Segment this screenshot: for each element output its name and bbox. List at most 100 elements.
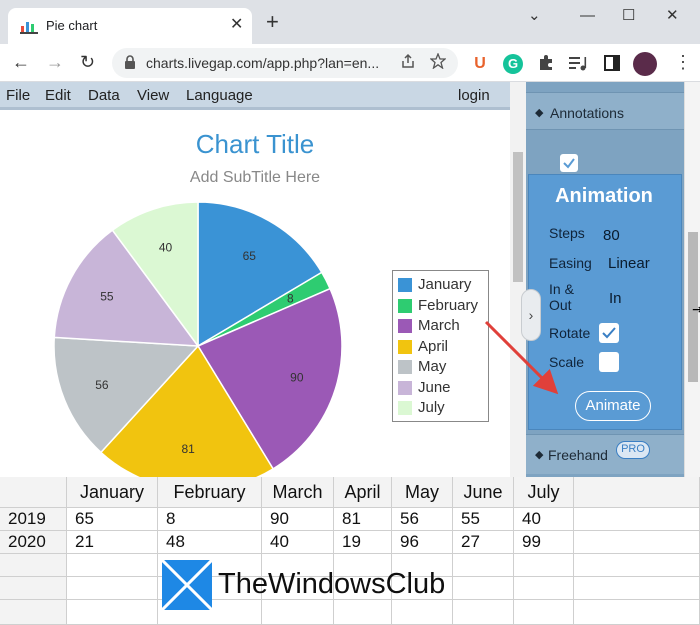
tab-title: Pie chart — [46, 18, 98, 33]
grid-row-header[interactable]: 2020 — [0, 531, 67, 554]
bookmark-star-icon[interactable] — [430, 53, 446, 69]
close-window-button[interactable]: ✕ — [666, 8, 679, 24]
screenshot-root: Pie chart ✕ + ⌄ — ☐ ✕ ← → ↻ charts.liveg… — [0, 0, 700, 625]
address-bar[interactable]: charts.livegap.com/app.php?lan=en... — [112, 48, 458, 78]
grid-cell[interactable] — [453, 577, 514, 600]
forward-button[interactable]: → — [46, 52, 64, 72]
menu-view[interactable]: View — [137, 87, 169, 104]
grid-cell[interactable]: 55 — [453, 508, 514, 531]
grid-cell[interactable]: 48 — [158, 531, 262, 554]
chart-title[interactable]: Chart Title — [0, 129, 510, 160]
legend-label: April — [418, 337, 449, 355]
grid-column-header[interactable]: February — [158, 477, 262, 508]
grid-cell[interactable] — [453, 554, 514, 577]
tab-close-icon[interactable]: ✕ — [230, 16, 243, 34]
login-link[interactable]: login — [458, 87, 490, 104]
grid-cell[interactable]: 99 — [514, 531, 574, 554]
grid-row-header[interactable]: 2019 — [0, 508, 67, 531]
profile-avatar[interactable] — [633, 52, 657, 76]
extension-u-icon[interactable]: U — [470, 54, 490, 74]
grid-cell[interactable] — [574, 508, 700, 531]
new-tab-button[interactable]: + — [266, 11, 279, 33]
back-button[interactable]: ← — [12, 52, 30, 72]
easing-select[interactable]: Linear — [608, 255, 650, 272]
tab-search-chevron-icon[interactable]: ⌄ — [528, 8, 541, 24]
grid-cell[interactable] — [574, 600, 700, 625]
chart-scrollbar[interactable] — [510, 82, 526, 477]
minimize-button[interactable]: — — [580, 8, 595, 24]
url-text: charts.livegap.com/app.php?lan=en... — [146, 55, 380, 71]
chart-canvas[interactable]: 65 8 90 81 56 55 40 Chart Title Add SubTitle H… — [0, 113, 510, 477]
checkmark-icon — [602, 327, 616, 339]
annotations-section-header[interactable]: ◆ Annotations — [526, 92, 684, 130]
chart-subtitle[interactable]: Add SubTitle Here — [0, 169, 510, 187]
grid-column-header[interactable]: May — [392, 477, 453, 508]
grid-row-header[interactable] — [0, 554, 67, 577]
animate-button[interactable]: Animate — [575, 391, 651, 421]
grid-cell[interactable]: 81 — [334, 508, 392, 531]
legend-swatch — [398, 278, 412, 292]
grid-cell[interactable]: 96 — [392, 531, 453, 554]
freehand-section-header[interactable]: ◆ Freehand PRO — [526, 434, 684, 474]
share-icon[interactable] — [400, 53, 416, 69]
legend-swatch — [398, 298, 412, 313]
inout-select[interactable]: In — [609, 290, 622, 307]
menu-data[interactable]: Data — [88, 87, 120, 104]
grid-cell[interactable]: 8 — [158, 508, 262, 531]
legend-swatch — [398, 339, 412, 354]
side-panel-icon[interactable] — [604, 55, 620, 71]
grid-cell[interactable] — [514, 554, 574, 577]
menu-edit[interactable]: Edit — [45, 87, 71, 104]
enable-checkbox[interactable] — [560, 154, 578, 172]
watermark-text: TheWindowsClub — [218, 568, 446, 600]
scale-checkbox[interactable] — [599, 352, 619, 372]
grid-cell[interactable] — [514, 577, 574, 600]
browser-tabstrip: Pie chart ✕ + ⌄ — ☐ ✕ — [0, 0, 700, 44]
browser-menu-icon[interactable]: ⋮ — [674, 52, 692, 72]
maximize-button[interactable]: ☐ — [622, 8, 635, 24]
legend-swatch — [398, 319, 412, 333]
grid-cell[interactable]: 90 — [262, 508, 334, 531]
grid-column-header[interactable]: July — [514, 477, 574, 508]
grid-column-header[interactable]: April — [334, 477, 392, 508]
grid-cell[interactable] — [67, 600, 158, 625]
expand-chevron-icon: ◆ — [535, 107, 544, 119]
pie-label-february: 8 — [287, 292, 294, 306]
grid-cell[interactable] — [574, 577, 700, 600]
pie-label-july: 40 — [159, 241, 173, 255]
grid-cell[interactable] — [514, 600, 574, 625]
mouse-cursor-icon: ⇥ — [692, 301, 700, 317]
grid-cell[interactable]: 56 — [392, 508, 453, 531]
grid-cell[interactable] — [574, 554, 700, 577]
media-queue-icon[interactable] — [569, 55, 587, 71]
reload-button[interactable]: ↻ — [80, 52, 95, 72]
extensions-puzzle-icon[interactable] — [537, 54, 555, 72]
steps-value[interactable]: 80 — [603, 227, 620, 244]
grid-cell[interactable]: 27 — [453, 531, 514, 554]
menu-file[interactable]: File — [6, 87, 30, 104]
grid-cell[interactable]: 65 — [67, 508, 158, 531]
grid-cell[interactable] — [574, 531, 700, 554]
legend-label: July — [418, 399, 445, 416]
grid-column-header[interactable] — [574, 477, 700, 508]
panel-scrollbar[interactable] — [684, 82, 700, 477]
grid-column-header[interactable]: June — [453, 477, 514, 508]
grid-row-header[interactable] — [0, 577, 67, 600]
rotate-checkbox[interactable] — [599, 323, 619, 343]
grid-cell[interactable]: 40 — [514, 508, 574, 531]
grid-column-header[interactable]: January — [67, 477, 158, 508]
grid-cell[interactable] — [67, 577, 158, 600]
chart-scrollbar-thumb[interactable] — [513, 152, 523, 282]
grid-cell[interactable]: 19 — [334, 531, 392, 554]
browser-tab[interactable]: Pie chart ✕ — [8, 8, 252, 44]
grammarly-extension-icon[interactable]: G — [503, 54, 523, 74]
grid-column-header[interactable]: March — [262, 477, 334, 508]
grid-row-header[interactable] — [0, 600, 67, 625]
menu-language[interactable]: Language — [186, 87, 253, 104]
grid-cell[interactable] — [453, 600, 514, 625]
annotations-label: Annotations — [550, 105, 624, 121]
grid-cell[interactable] — [67, 554, 158, 577]
legend-swatch — [398, 401, 412, 415]
grid-cell[interactable]: 21 — [67, 531, 158, 554]
grid-cell[interactable]: 40 — [262, 531, 334, 554]
